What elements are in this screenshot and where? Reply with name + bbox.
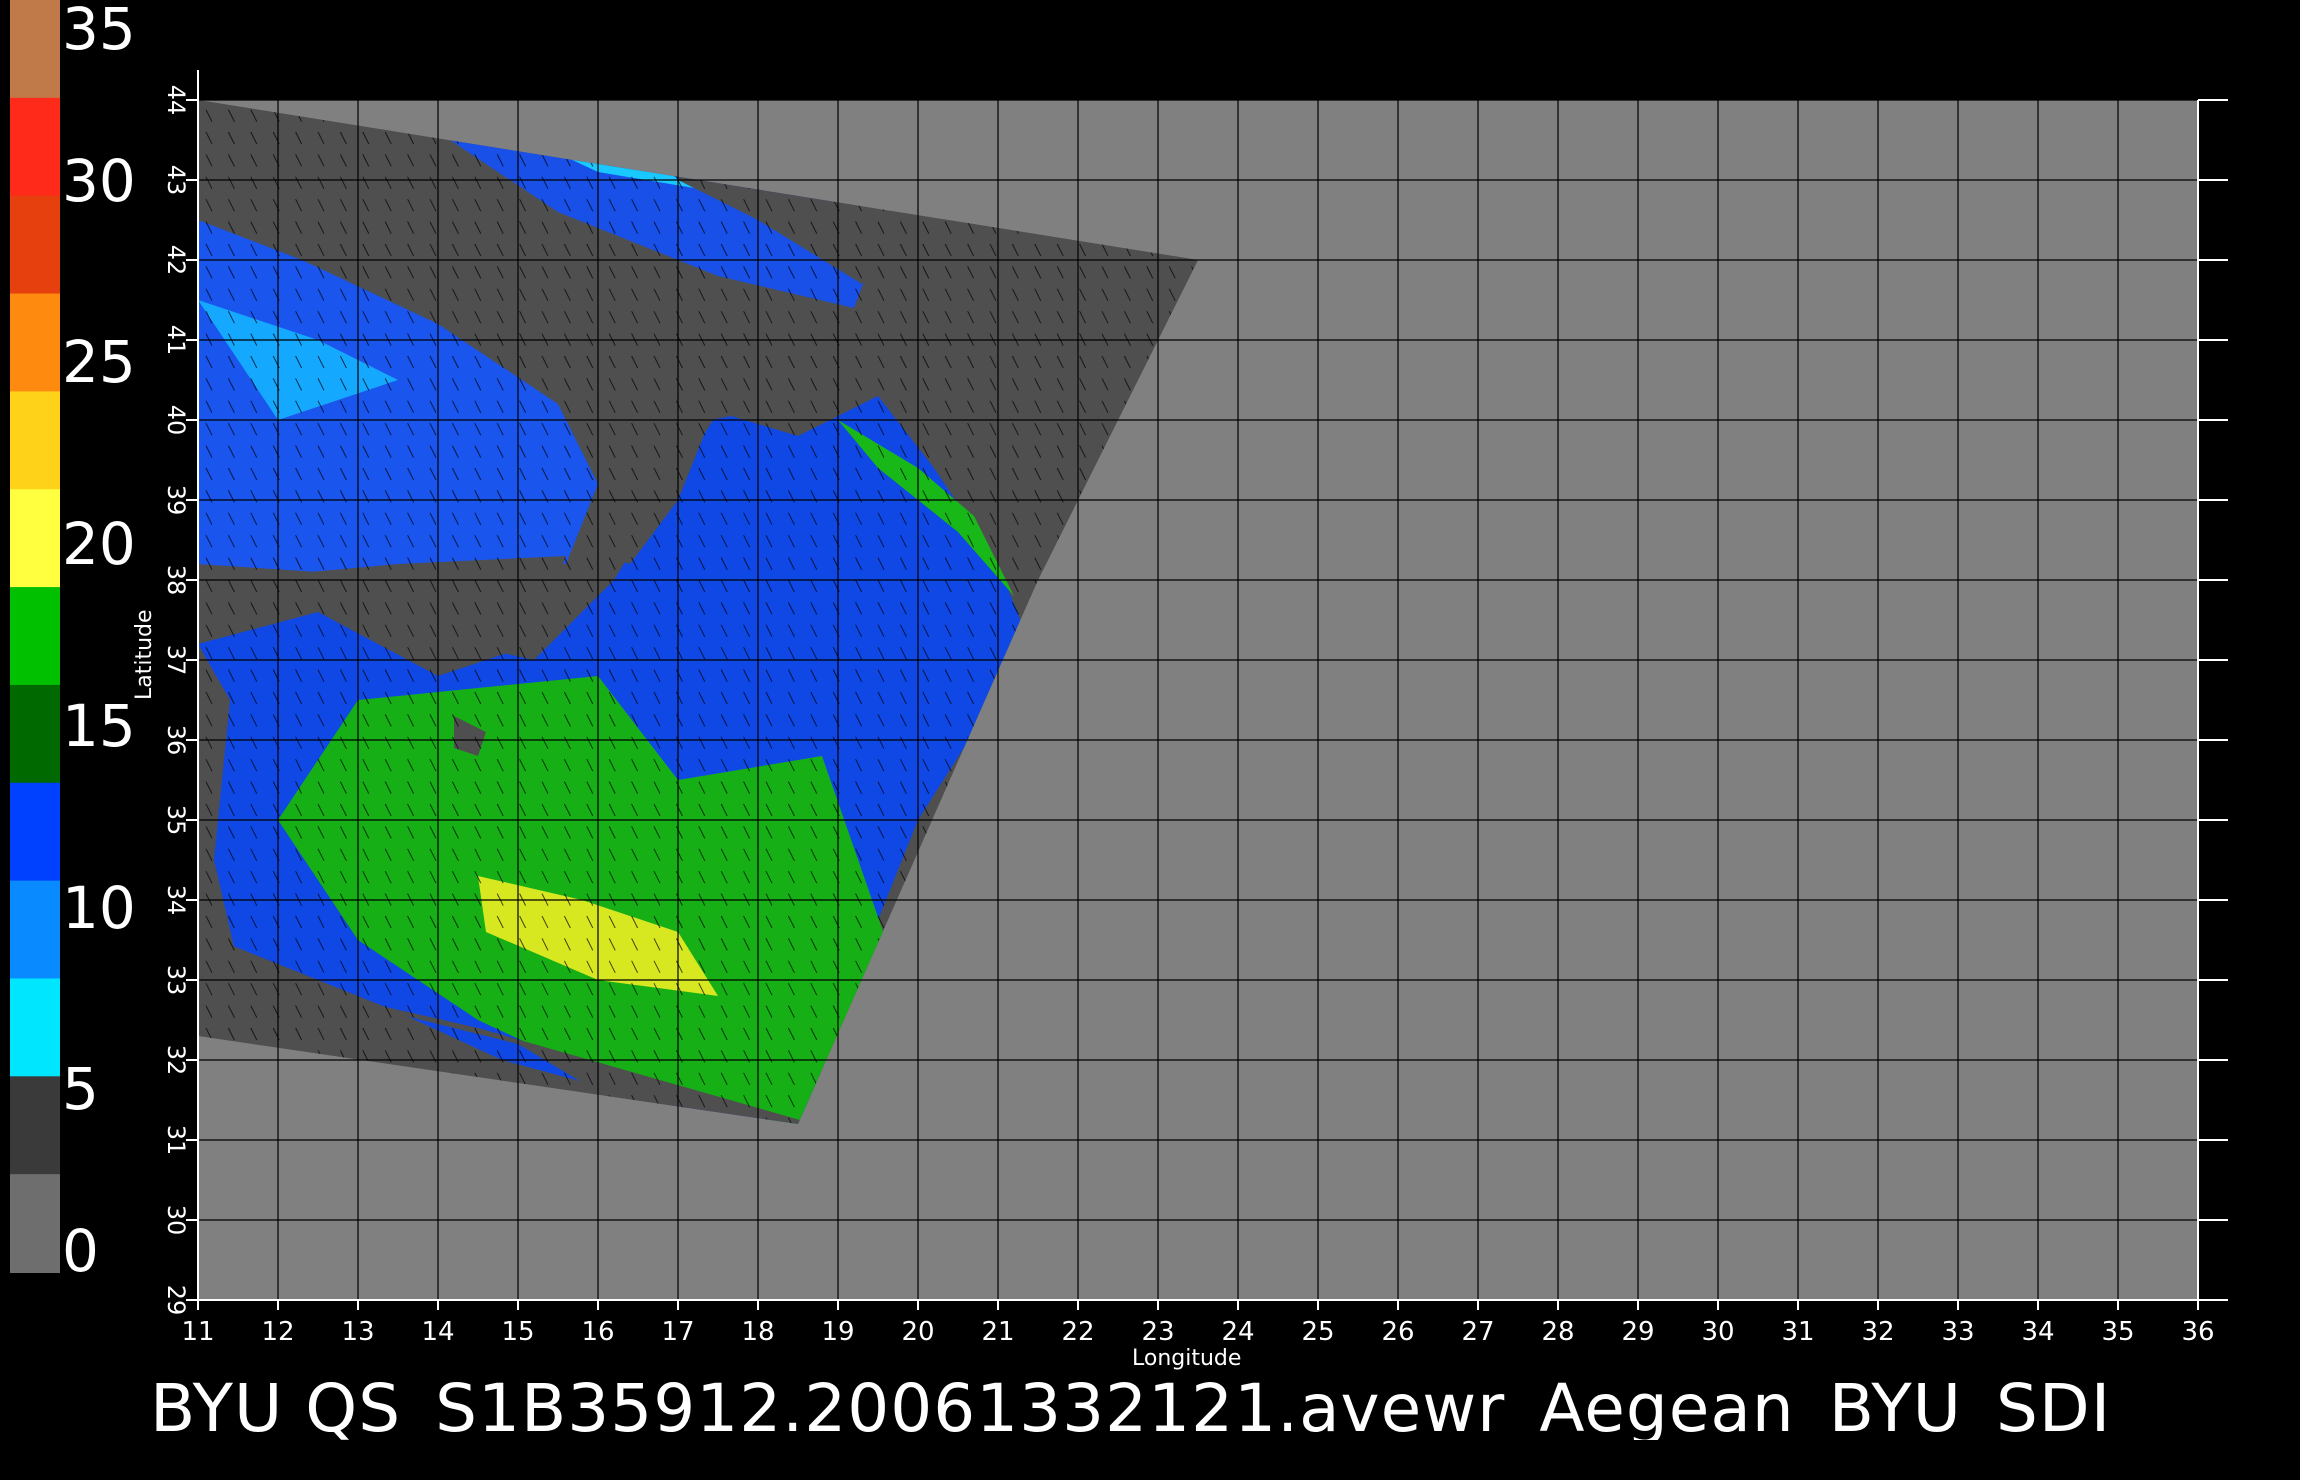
y-tick-label: 41 <box>162 325 190 356</box>
x-tick-label: 23 <box>1141 1317 1174 1347</box>
x-tick-label: 24 <box>1221 1317 1254 1347</box>
y-tick-label: 37 <box>162 645 190 676</box>
x-tick-label: 13 <box>341 1317 374 1347</box>
x-tick-label: 17 <box>661 1317 694 1347</box>
x-axis-title: Longitude <box>1132 1346 1242 1371</box>
x-tick-label: 31 <box>1781 1317 1814 1347</box>
y-tick-label: 31 <box>162 1125 190 1156</box>
wind-map: 11 12 13 14 15 16 17 18 19 20 21 22 23 24 25 26 27 28 29 30… <box>162 70 2228 1347</box>
x-tick-label: 27 <box>1461 1317 1494 1347</box>
y-tick-label: 34 <box>162 885 190 916</box>
y-tick-label: 44 <box>162 85 190 116</box>
x-tick-label: 36 <box>2181 1317 2214 1347</box>
y-tick-label: 42 <box>162 245 190 276</box>
x-tick-label: 33 <box>1941 1317 1974 1347</box>
x-tick-label: 25 <box>1301 1317 1334 1347</box>
y-tick-label: 29 <box>162 1285 190 1316</box>
x-tick-label: 26 <box>1381 1317 1414 1347</box>
x-tick-label: 16 <box>581 1317 614 1347</box>
x-tick-label: 32 <box>1861 1317 1894 1347</box>
x-tick-label: 11 <box>181 1317 214 1347</box>
y-tick-label: 33 <box>162 965 190 996</box>
y-tick-label: 32 <box>162 1045 190 1076</box>
y-tick-label: 36 <box>162 725 190 756</box>
y-tick-label: 35 <box>162 805 190 836</box>
x-tick-label: 35 <box>2101 1317 2134 1347</box>
image-caption: BYU QS_S1B35912.20061332121.avewr_Aegean… <box>150 1370 2112 1440</box>
x-tick-label: 18 <box>741 1317 774 1347</box>
y-tick-label: 38 <box>162 565 190 596</box>
y-tick-label: 39 <box>162 485 190 516</box>
y-axis-title: Latitude <box>132 609 157 700</box>
x-tick-label: 30 <box>1701 1317 1734 1347</box>
x-tick-label: 28 <box>1541 1317 1574 1347</box>
x-tick-label: 21 <box>981 1317 1014 1347</box>
y-tick-label: 30 <box>162 1205 190 1236</box>
y-tick-label: 40 <box>162 405 190 436</box>
x-tick-label: 20 <box>901 1317 934 1347</box>
x-tick-label: 19 <box>821 1317 854 1347</box>
x-tick-label: 14 <box>421 1317 454 1347</box>
x-tick-label: 29 <box>1621 1317 1654 1347</box>
x-tick-label: 12 <box>261 1317 294 1347</box>
map-figure: 35 30 25 20 15 10 5 0 11 12 13 14 15 16 17 18 19 20 21 22 2… <box>0 0 2300 1480</box>
x-tick-label: 34 <box>2021 1317 2054 1347</box>
x-tick-label: 22 <box>1061 1317 1094 1347</box>
y-tick-label: 43 <box>162 165 190 196</box>
x-tick-label: 15 <box>501 1317 534 1347</box>
